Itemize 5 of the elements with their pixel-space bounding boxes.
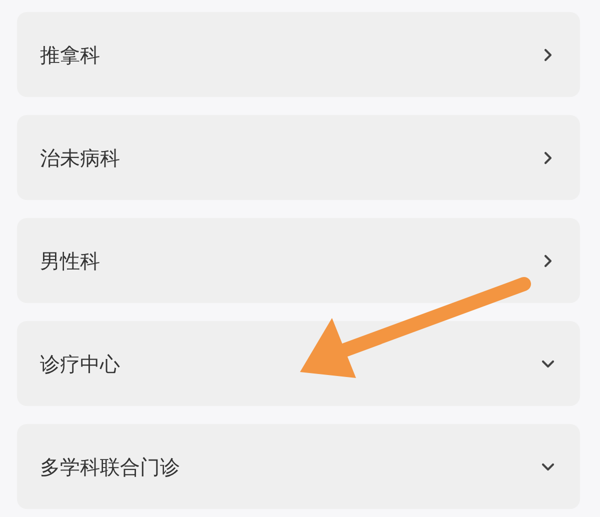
department-item[interactable]: 多学科联合门诊: [17, 424, 580, 509]
department-item[interactable]: 男性科: [17, 218, 580, 303]
department-item[interactable]: 推拿科: [17, 12, 580, 97]
department-item[interactable]: 诊疗中心: [17, 321, 580, 406]
department-item[interactable]: 治未病科: [17, 115, 580, 200]
